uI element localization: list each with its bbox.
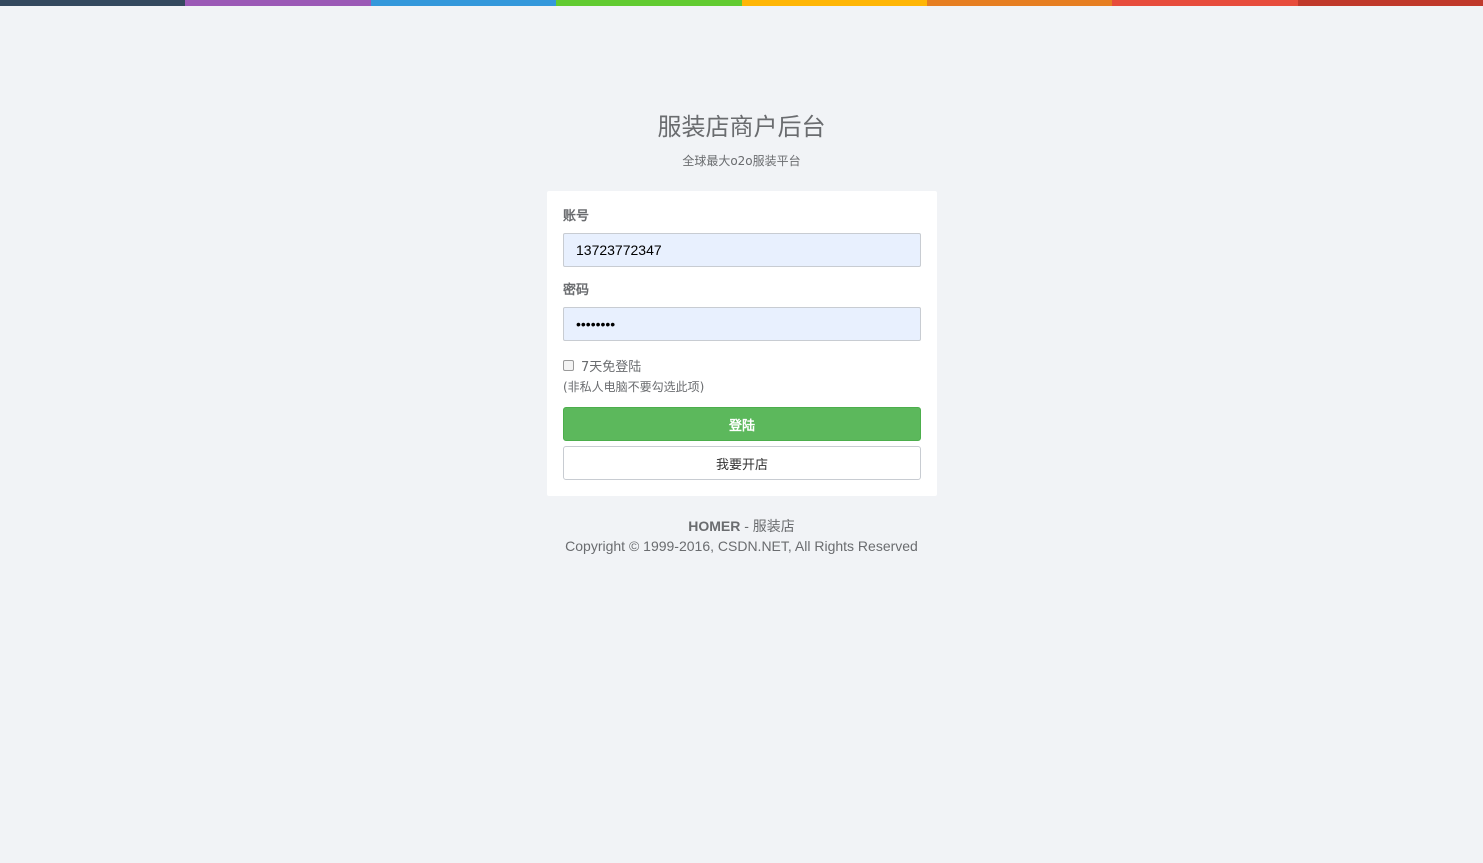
- color-line-segment: [185, 0, 371, 6]
- login-button[interactable]: 登陆: [563, 407, 921, 441]
- color-line-segment: [1112, 0, 1298, 6]
- remember-checkbox[interactable]: [563, 359, 574, 371]
- account-input[interactable]: 13723772347: [563, 233, 921, 267]
- account-label: 账号: [563, 209, 590, 224]
- password-input[interactable]: ••••••••: [563, 307, 921, 341]
- color-line-segment: [741, 0, 927, 6]
- footer-brand: HOMER: [688, 518, 741, 534]
- page-title: 服装店商户后台: [657, 113, 826, 141]
- password-group: 密码 ••••••••: [563, 282, 921, 341]
- footer-separator: -: [740, 518, 753, 534]
- footer-copyright: Copyright © 1999-2016, CSDN.NET, All Rig…: [565, 538, 918, 554]
- footer-brand-suffix: 服装店: [752, 518, 795, 534]
- login-header: 服装店商户后台 全球最大o2o服装平台: [0, 110, 1483, 169]
- remember-label[interactable]: 7天免登陆: [581, 356, 641, 375]
- remember-row[interactable]: 7天免登陆: [563, 356, 641, 375]
- page-subtitle: 全球最大o2o服装平台: [682, 154, 801, 168]
- open-shop-button[interactable]: 我要开店: [563, 446, 921, 480]
- color-line: [0, 0, 1483, 6]
- color-line-segment: [926, 0, 1113, 6]
- account-group: 账号 13723772347: [563, 208, 921, 267]
- footer-brand-line: HOMER - 服装店: [0, 516, 1483, 536]
- color-line-segment: [556, 0, 742, 6]
- footer: HOMER - 服装店 Copyright © 1999-2016, CSDN.…: [0, 516, 1483, 556]
- color-line-segment: [0, 0, 186, 6]
- remember-help-text: (非私人电脑不要勾选此项): [563, 380, 705, 394]
- color-line-segment: [1297, 0, 1483, 6]
- password-label: 密码: [563, 283, 590, 298]
- login-panel: 账号 13723772347 密码 •••••••• 7天免登陆 (非私人电脑不…: [547, 191, 937, 496]
- color-line-segment: [370, 0, 557, 6]
